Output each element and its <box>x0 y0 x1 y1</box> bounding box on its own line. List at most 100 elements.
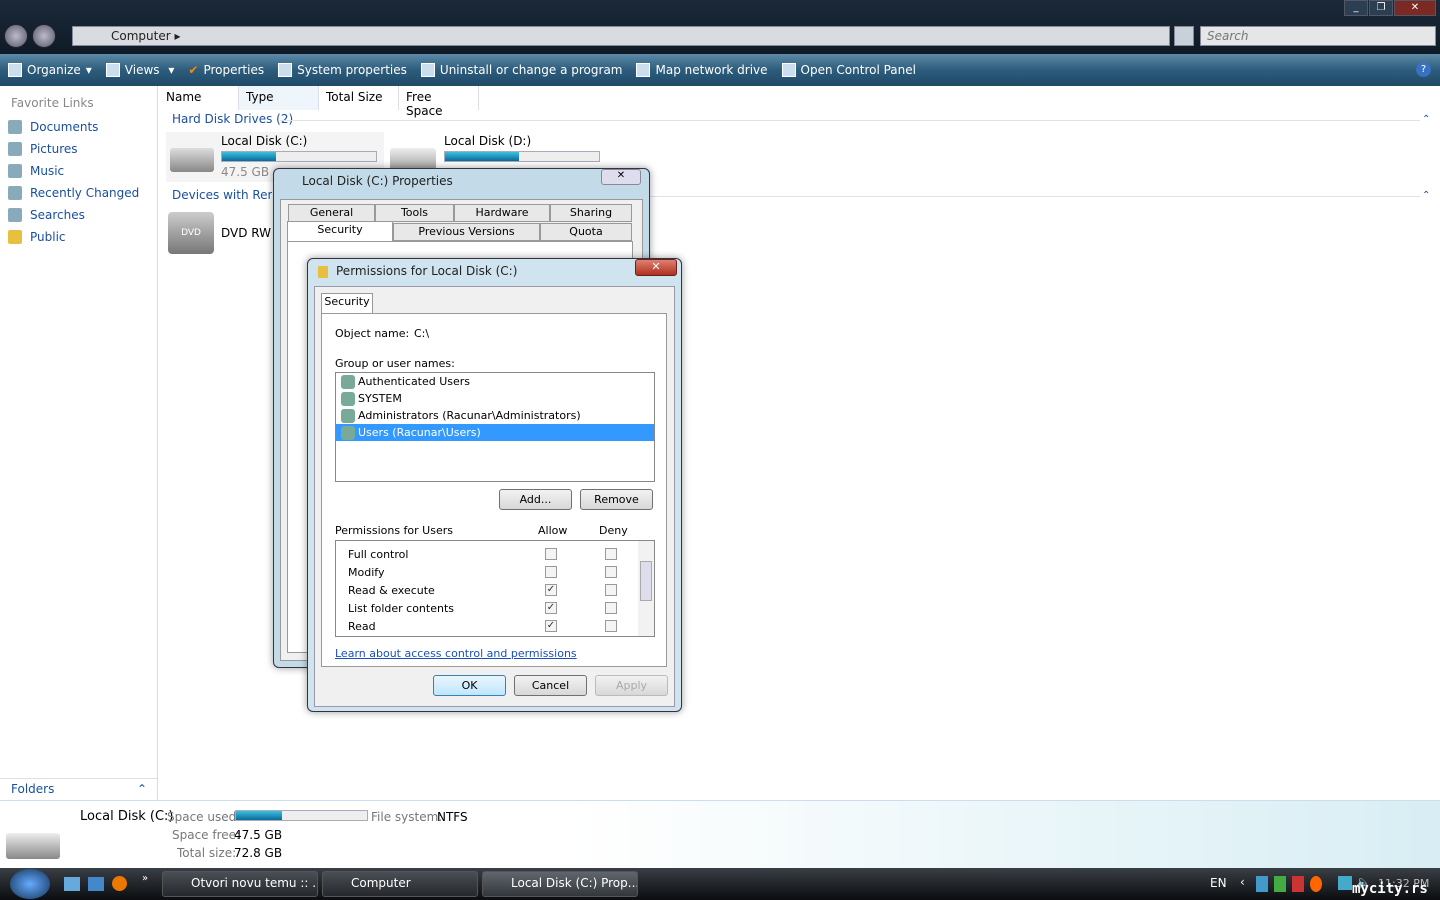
uninstall-program-button[interactable]: Uninstall or change a program <box>420 63 622 77</box>
hard-drive-icon <box>170 148 214 172</box>
remove-button[interactable]: Remove <box>580 489 653 510</box>
allow-checkbox[interactable]: ✓ <box>545 620 557 632</box>
tab-hardware[interactable]: Hardware <box>454 204 550 222</box>
help-icon[interactable]: ? <box>1416 62 1431 77</box>
map-network-drive-button[interactable]: Map network drive <box>636 63 768 77</box>
system-properties-button[interactable]: System properties <box>278 63 407 77</box>
tab-quota[interactable]: Quota <box>540 223 632 241</box>
user-group-icon <box>341 374 355 389</box>
sidebar-item-pictures[interactable]: Pictures <box>0 138 157 160</box>
allow-checkbox[interactable] <box>545 566 557 578</box>
apply-button[interactable]: Apply <box>595 675 668 696</box>
space-used-label: Space used: <box>167 810 241 824</box>
deny-checkbox[interactable] <box>605 566 617 578</box>
learn-more-link[interactable]: Learn about access control and permissio… <box>335 647 577 660</box>
allow-checkbox[interactable] <box>545 548 557 560</box>
open-control-panel-button[interactable]: Open Control Panel <box>781 63 916 77</box>
taskbar-item-computer[interactable]: Computer <box>322 871 478 897</box>
permission-name: Read <box>348 620 376 633</box>
sidebar-item-searches[interactable]: Searches <box>0 204 157 226</box>
user-list-item[interactable]: Administrators (Racunar\Administrators) <box>336 407 654 424</box>
address-bar[interactable]: Computer ▸ <box>72 26 1170 46</box>
drive-d-name[interactable]: Local Disk (D:) <box>444 134 531 148</box>
taskbar-item-properties[interactable]: Local Disk (C:) Prop... <box>482 871 638 897</box>
breadcrumb-computer[interactable]: Computer <box>111 29 171 43</box>
column-name[interactable]: Name <box>159 86 239 110</box>
tray-icon[interactable] <box>1256 876 1268 892</box>
start-button[interactable] <box>10 869 50 899</box>
column-type[interactable]: Type <box>239 86 319 110</box>
recent-icon <box>8 186 22 200</box>
user-list-item[interactable]: SYSTEM <box>336 390 654 407</box>
details-name: Local Disk (C:) <box>80 809 174 824</box>
total-size-value: 72.8 GB <box>234 846 283 860</box>
ok-button[interactable]: OK <box>433 675 506 696</box>
allow-checkbox[interactable]: ✓ <box>545 602 557 614</box>
tab-security[interactable]: Security <box>321 293 373 314</box>
taskbar: » Otvori novu temu :: ... Computer Local… <box>0 868 1440 900</box>
deny-checkbox[interactable] <box>605 620 617 632</box>
user-group-icon <box>341 408 355 423</box>
tab-security[interactable]: Security <box>287 221 393 241</box>
organize-button[interactable]: Organize ▾ <box>8 63 92 77</box>
column-free-space[interactable]: Free Space <box>399 86 479 118</box>
cancel-button[interactable]: Cancel <box>514 675 587 696</box>
allow-checkbox[interactable]: ✓ <box>545 584 557 596</box>
column-total-size[interactable]: Total Size <box>319 86 399 110</box>
dvd-drive-icon: DVD <box>168 212 214 254</box>
dialog-title: Local Disk (C:) Properties <box>302 174 453 188</box>
collapse-icon[interactable]: ⌃ <box>1422 190 1430 201</box>
network-icon[interactable] <box>1338 876 1352 890</box>
tab-previous-versions[interactable]: Previous Versions <box>393 223 540 241</box>
deny-checkbox[interactable] <box>605 548 617 560</box>
folders-toggle[interactable]: Folders ⌃ <box>0 778 158 800</box>
back-button[interactable] <box>4 24 28 48</box>
tab-tools[interactable]: Tools <box>375 204 454 222</box>
sidebar-item-music[interactable]: Music <box>0 160 157 182</box>
group-hard-disk-drives[interactable]: Hard Disk Drives (2) <box>172 112 293 126</box>
more-icon[interactable]: » <box>142 873 148 884</box>
permissions-label: Permissions for Users <box>335 524 453 537</box>
user-list-item[interactable]: Authenticated Users <box>336 373 654 390</box>
properties-button[interactable]: ✔ Properties <box>188 63 264 77</box>
firefox-icon[interactable] <box>112 876 127 891</box>
tab-sharing[interactable]: Sharing <box>550 204 632 222</box>
add-button[interactable]: Add... <box>499 489 572 510</box>
forward-button[interactable] <box>32 24 56 48</box>
taskbar-item-firefox[interactable]: Otvori novu temu :: ... <box>162 871 318 897</box>
search-input[interactable]: Search <box>1200 26 1436 46</box>
switch-windows-icon[interactable] <box>88 877 104 891</box>
collapse-icon[interactable]: ⌃ <box>1422 114 1430 125</box>
close-button[interactable]: ✕ <box>1394 0 1436 16</box>
deny-checkbox[interactable] <box>605 584 617 596</box>
deny-checkbox[interactable] <box>605 602 617 614</box>
space-free-label: Space free: <box>172 828 241 842</box>
sidebar-item-recently-changed[interactable]: Recently Changed <box>0 182 157 204</box>
scrollbar[interactable] <box>638 541 654 636</box>
user-list[interactable]: Authenticated Users SYSTEM Administrators … <box>335 372 655 482</box>
searches-icon <box>8 208 22 222</box>
show-desktop-icon[interactable] <box>64 877 80 891</box>
close-button[interactable]: ✕ <box>601 169 641 185</box>
favorite-links-header: Favorite Links <box>11 96 94 110</box>
sidebar-item-documents[interactable]: Documents <box>0 116 157 138</box>
show-hidden-icons[interactable]: ‹ <box>1240 875 1245 889</box>
refresh-icon[interactable] <box>1174 26 1194 46</box>
tray-icon[interactable] <box>1292 876 1304 892</box>
deny-header: Deny <box>599 524 628 537</box>
tab-general[interactable]: General <box>288 204 375 222</box>
permission-name: Read & execute <box>348 584 435 597</box>
permissions-list: Full control Modify Read & execute ✓ List fo… <box>335 540 655 637</box>
notification-icon[interactable] <box>1310 876 1322 892</box>
group-removable-storage[interactable]: Devices with Removable Storage <box>172 188 272 202</box>
tray-icon[interactable] <box>1274 876 1286 892</box>
views-button[interactable]: Views ▾ <box>105 63 174 77</box>
language-indicator[interactable]: EN <box>1210 876 1227 890</box>
user-list-item[interactable]: Users (Racunar\Users) <box>336 424 654 441</box>
sidebar-item-public[interactable]: Public <box>0 226 157 248</box>
maximize-button[interactable]: ❐ <box>1369 0 1393 16</box>
permission-name: List folder contents <box>348 602 454 615</box>
scrollbar-thumb[interactable] <box>640 561 652 601</box>
close-button[interactable]: ✕ <box>635 259 677 276</box>
minimize-button[interactable]: _ <box>1344 0 1368 16</box>
